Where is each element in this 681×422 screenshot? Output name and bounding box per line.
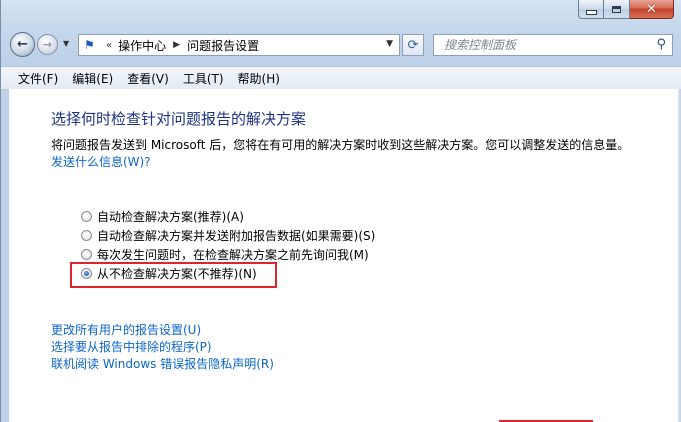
breadcrumb-item-problem-report-settings[interactable]: 问题报告设置 [187, 37, 259, 54]
what-info-sent-link[interactable]: 发送什么信息(W)? [51, 153, 151, 170]
minimize-icon [585, 9, 597, 15]
breadcrumb-item-action-center[interactable]: 操作中心 [118, 37, 166, 54]
back-arrow-icon: ← [17, 37, 28, 52]
breadcrumb-overflow[interactable]: « [106, 40, 112, 51]
option-auto-check-send-data[interactable]: 自动检查解决方案并发送附加报告数据(如果需要)(S) [81, 226, 375, 245]
option-auto-check[interactable]: 自动检查解决方案(推荐)(A) [81, 207, 375, 226]
option-label: 自动检查解决方案并发送附加报告数据(如果需要)(S) [97, 229, 376, 243]
address-bar[interactable]: ⚑ « 操作中心 ▶ 问题报告设置 ▼ [78, 34, 400, 56]
related-links: 更改所有用户的报告设置(U) 选择要从报告中排除的程序(P) 联机阅读 Wind… [51, 322, 274, 373]
search-input[interactable] [442, 37, 656, 53]
flag-icon: ⚑ [84, 38, 95, 52]
option-label: 每次发生问题时，在检查解决方案之前先询问我(M) [97, 248, 369, 262]
content-pane: 选择何时检查针对问题报告的解决方案 将问题报告发送到 Microsoft 后，您… [9, 89, 678, 422]
forward-button[interactable]: → [37, 34, 58, 55]
menu-view[interactable]: 查看(V) [120, 70, 176, 87]
maximize-icon [612, 5, 621, 13]
option-label: 自动检查解决方案(推荐)(A) [97, 210, 244, 224]
radio-ask-each-time[interactable] [81, 249, 92, 260]
window: ✕ ← → ▼ ⚑ « 操作中心 ▶ 问题报告设置 ▼ ⟳ ⚲ 文件(F) 编辑… [0, 0, 681, 422]
maximize-button[interactable] [604, 0, 630, 19]
navigation-bar: ← → ▼ ⚑ « 操作中心 ▶ 问题报告设置 ▼ ⟳ ⚲ [1, 29, 681, 63]
caption-buttons: ✕ [578, 0, 674, 20]
change-all-users-settings-link[interactable]: 更改所有用户的报告设置(U) [51, 322, 274, 339]
exclude-programs-link[interactable]: 选择要从报告中排除的程序(P) [51, 339, 274, 356]
refresh-button[interactable]: ⟳ [402, 34, 424, 56]
menu-tools[interactable]: 工具(T) [176, 70, 231, 87]
menu-help[interactable]: 帮助(H) [231, 70, 287, 87]
close-button[interactable]: ✕ [630, 0, 674, 19]
address-dropdown-icon[interactable]: ▼ [386, 39, 393, 49]
privacy-statement-link[interactable]: 联机阅读 Windows 错误报告隐私声明(R) [51, 356, 274, 373]
back-button[interactable]: ← [10, 32, 35, 57]
search-box[interactable]: ⚲ [433, 34, 673, 56]
history-dropdown-icon[interactable]: ▼ [63, 39, 73, 49]
highlight-box [70, 262, 277, 288]
forward-arrow-icon: → [42, 38, 53, 51]
page-description: 将问题报告发送到 Microsoft 后，您将在有可用的解决方案时收到这些解决方… [51, 138, 630, 152]
breadcrumb-separator-icon[interactable]: ▶ [173, 40, 180, 50]
search-icon[interactable]: ⚲ [656, 37, 666, 52]
radio-auto-check[interactable] [81, 211, 92, 222]
minimize-button[interactable] [578, 0, 604, 19]
page-title: 选择何时检查针对问题报告的解决方案 [51, 110, 307, 128]
menu-bar: 文件(F) 编辑(E) 查看(V) 工具(T) 帮助(H) [1, 66, 681, 90]
radio-auto-check-send-data[interactable] [81, 230, 92, 241]
menu-file[interactable]: 文件(F) [1, 70, 65, 87]
close-icon: ✕ [646, 1, 657, 17]
refresh-icon: ⟳ [407, 37, 419, 53]
menu-edit[interactable]: 编辑(E) [65, 70, 120, 87]
